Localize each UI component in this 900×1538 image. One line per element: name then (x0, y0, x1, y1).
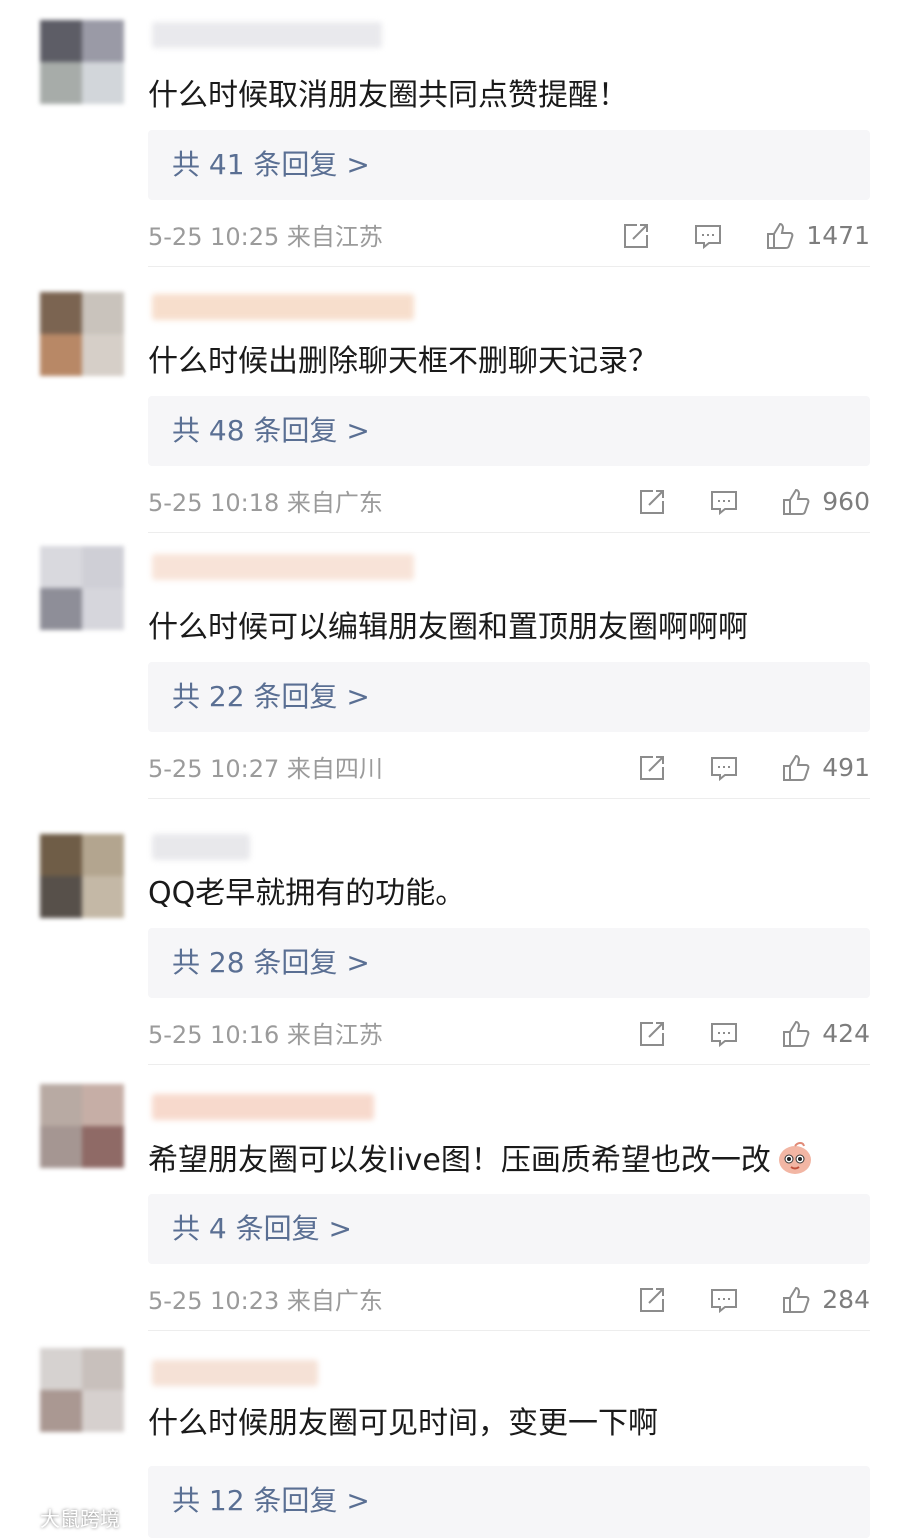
username-blurred[interactable] (152, 834, 250, 860)
like-count: 284 (822, 1285, 870, 1314)
replies-label: 共 41 条回复 > (172, 148, 370, 181)
avatar[interactable] (40, 1348, 124, 1432)
username-blurred[interactable] (152, 554, 414, 580)
comment-text: 希望朋友圈可以发live图！压画质希望也改一改 (148, 1140, 815, 1181)
comment-actions: 960 (636, 482, 870, 522)
comment-text: 什么时候可以编辑朋友圈和置顶朋友圈啊啊啊 (148, 610, 748, 645)
comment-item: 什么时候取消朋友圈共同点赞提醒！ 共 41 条回复 > 5-25 10:25 来… (0, 0, 900, 266)
watermark-text: 大鼠跨境 (40, 1507, 120, 1531)
comment-text-content: 希望朋友圈可以发live图！压画质希望也改一改 (148, 1143, 771, 1178)
comment-actions: 424 (636, 1014, 870, 1054)
view-replies-button[interactable]: 共 28 条回复 > (148, 928, 870, 998)
share-icon[interactable] (636, 752, 668, 784)
share-icon[interactable] (636, 1284, 668, 1316)
like-count: 424 (822, 1019, 870, 1048)
divider (148, 1330, 870, 1331)
like-count: 1471 (806, 221, 870, 250)
comment-item: QQ老早就拥有的功能。 共 28 条回复 > 5-25 10:16 来自江苏 4… (0, 798, 900, 1064)
watermark: 大鼠跨境 (6, 1503, 120, 1532)
comment-meta: 5-25 10:18 来自广东 (148, 489, 383, 517)
comment-text: 什么时候朋友圈可见时间，变更一下啊 (148, 1406, 658, 1441)
comment-item: 什么时候出删除聊天框不删聊天记录？ 共 48 条回复 > 5-25 10:18 … (0, 266, 900, 532)
avatar[interactable] (40, 292, 124, 376)
comment-meta: 5-25 10:16 来自江苏 (148, 1021, 383, 1049)
like-count: 491 (822, 753, 870, 782)
replies-label: 共 12 条回复 > (172, 1484, 370, 1517)
view-replies-button[interactable]: 共 41 条回复 > (148, 130, 870, 200)
replies-label: 共 48 条回复 > (172, 414, 370, 447)
comment-meta: 5-25 10:27 来自四川 (148, 755, 383, 783)
avatar[interactable] (40, 20, 124, 104)
thumbs-up-icon[interactable] (780, 1018, 812, 1050)
emoji-sticker-icon (775, 1140, 815, 1176)
avatar[interactable] (40, 1084, 124, 1168)
comment-icon[interactable] (708, 752, 740, 784)
comment-text: 什么时候出删除聊天框不删聊天记录？ (148, 344, 658, 379)
thumbs-up-icon[interactable] (780, 1284, 812, 1316)
thumbs-up-icon[interactable] (780, 486, 812, 518)
comment-icon[interactable] (708, 486, 740, 518)
thumbs-up-icon[interactable] (764, 220, 796, 252)
comment-item: 什么时候朋友圈可见时间，变更一下啊 共 12 条回复 > (0, 1330, 900, 1538)
comment-item: 希望朋友圈可以发live图！压画质希望也改一改 共 4 条回复 > 5-25 1… (0, 1064, 900, 1330)
divider (148, 532, 870, 533)
comment-meta: 5-25 10:25 来自江苏 (148, 223, 383, 251)
comment-icon[interactable] (708, 1018, 740, 1050)
share-icon[interactable] (636, 1018, 668, 1050)
divider (148, 1064, 870, 1065)
watermark-logo-icon (6, 1508, 36, 1528)
view-replies-button[interactable]: 共 48 条回复 > (148, 396, 870, 466)
username-blurred[interactable] (152, 22, 382, 48)
avatar[interactable] (40, 834, 124, 918)
comment-icon[interactable] (708, 1284, 740, 1316)
thumbs-up-icon[interactable] (780, 752, 812, 784)
comment-text: 什么时候取消朋友圈共同点赞提醒！ (148, 78, 628, 113)
replies-label: 共 4 条回复 > (172, 1212, 352, 1245)
view-replies-button[interactable]: 共 22 条回复 > (148, 662, 870, 732)
comment-actions: 1471 (620, 216, 870, 256)
comment-item: 什么时候可以编辑朋友圈和置顶朋友圈啊啊啊 共 22 条回复 > 5-25 10:… (0, 532, 900, 798)
username-blurred[interactable] (152, 1094, 374, 1120)
share-icon[interactable] (636, 486, 668, 518)
comment-actions: 284 (636, 1280, 870, 1320)
view-replies-button[interactable]: 共 12 条回复 > (148, 1466, 870, 1538)
comment-actions: 491 (636, 748, 870, 788)
like-count: 960 (822, 487, 870, 516)
view-replies-button[interactable]: 共 4 条回复 > (148, 1194, 870, 1264)
divider (148, 798, 870, 799)
username-blurred[interactable] (152, 1360, 318, 1386)
username-blurred[interactable] (152, 294, 414, 320)
share-icon[interactable] (620, 220, 652, 252)
comment-icon[interactable] (692, 220, 724, 252)
comment-meta: 5-25 10:23 来自广东 (148, 1287, 383, 1315)
replies-label: 共 22 条回复 > (172, 680, 370, 713)
divider (148, 266, 870, 267)
comment-text: QQ老早就拥有的功能。 (148, 876, 466, 911)
replies-label: 共 28 条回复 > (172, 946, 370, 979)
avatar[interactable] (40, 546, 124, 630)
